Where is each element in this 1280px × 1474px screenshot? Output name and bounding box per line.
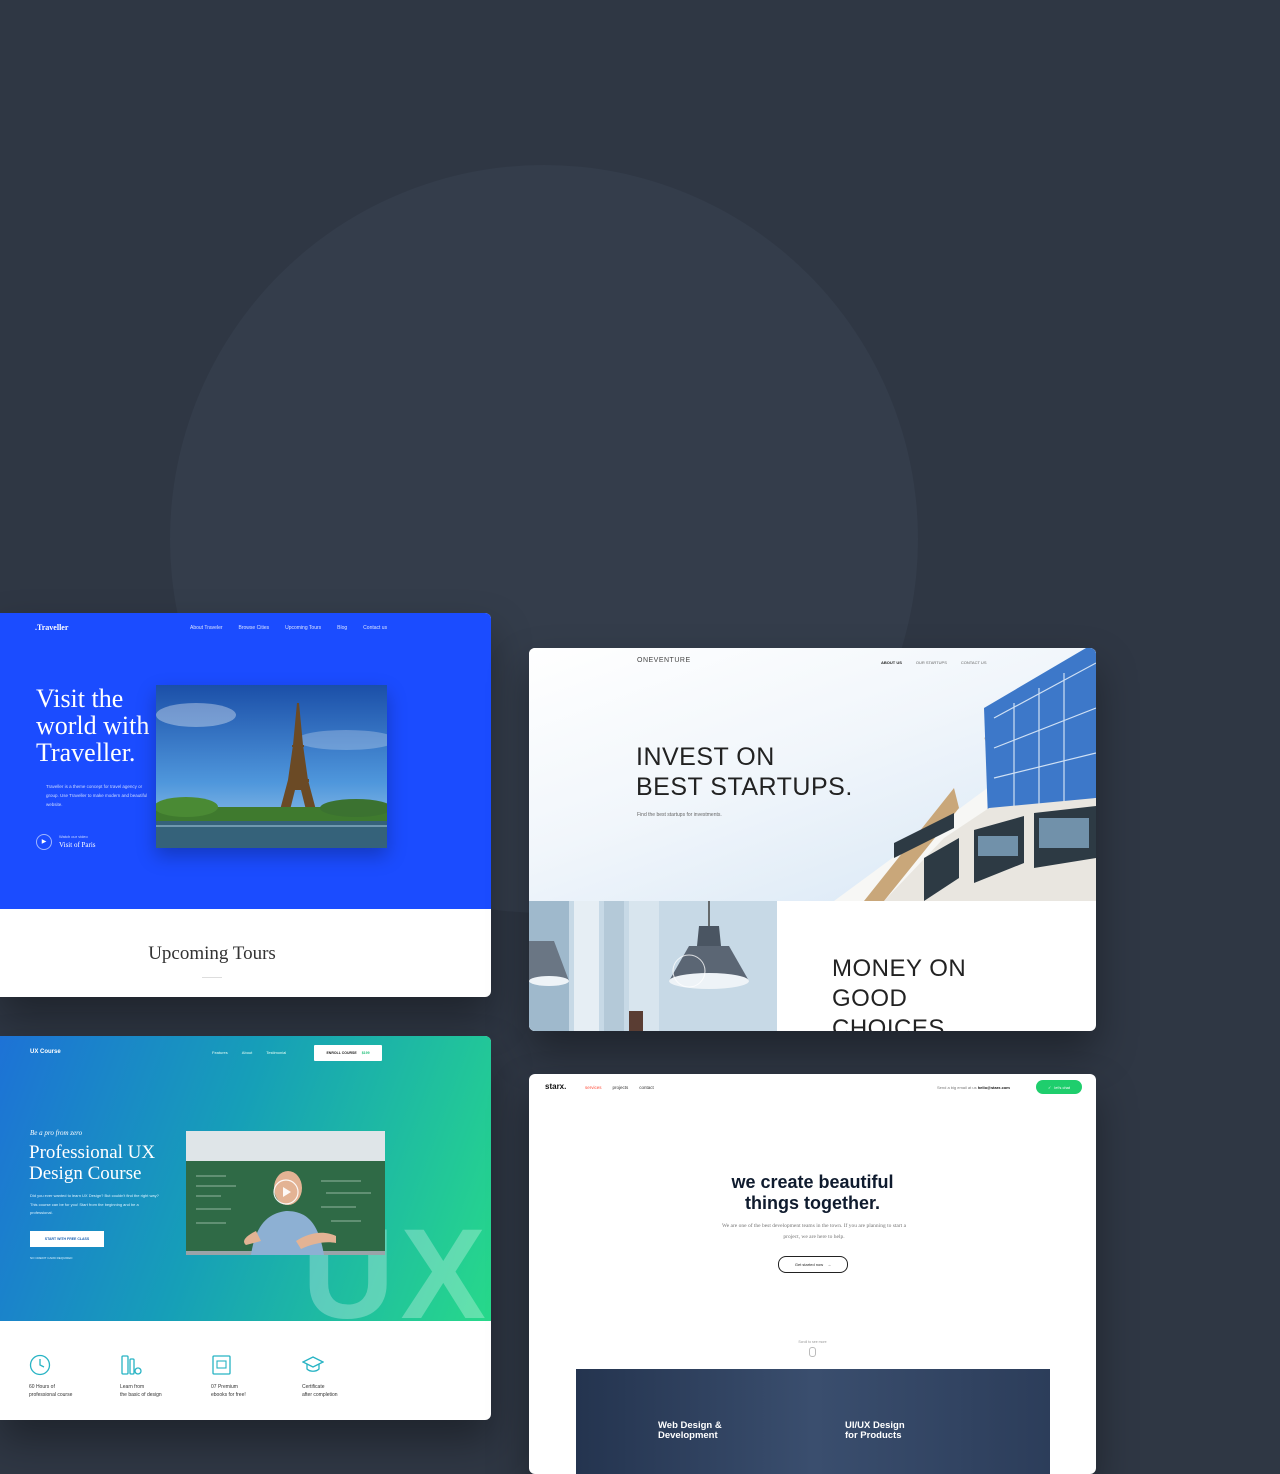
nav-item-contact[interactable]: contact <box>639 1085 654 1090</box>
ux-course-preview-card[interactable]: UX Course Features About Testimonial ENR… <box>0 1036 491 1420</box>
lets-chat-label: let's chat <box>1054 1084 1071 1090</box>
email-address[interactable]: hello@starx.com <box>978 1085 1010 1090</box>
oneventure-headline: INVEST ON BEST STARTUPS. <box>636 742 853 802</box>
oneventure-subtitle: Find the best startups for investments. <box>637 812 722 818</box>
service-line-2: Development <box>658 1430 718 1441</box>
enroll-price: $199 <box>361 1051 370 1055</box>
graduation-cap-icon <box>302 1356 324 1372</box>
clock-icon <box>29 1354 51 1376</box>
feature-line-1: Certificate <box>302 1384 325 1390</box>
oneventure-nav: ABOUT US OUR STARTUPS CONTACT US <box>881 660 987 665</box>
watch-video-label: Watch our video <box>59 834 88 839</box>
enroll-label: ENROLL COURSE <box>326 1051 357 1055</box>
starx-headline: we create beautiful things together. <box>529 1172 1096 1214</box>
start-free-class-button[interactable]: START WITH FREE CLASS <box>30 1231 104 1247</box>
get-started-label: Get started now <box>794 1262 824 1267</box>
upcoming-tours-heading: Upcoming Tours <box>148 943 276 964</box>
feature-ebooks: 07 Premium ebooks for free! <box>211 1354 291 1399</box>
starx-headline-line-2: things together. <box>745 1193 880 1213</box>
traveller-hero: .Traveller About Traveler Browse Cities … <box>0 613 491 909</box>
headline-line-1: INVEST ON <box>636 743 775 771</box>
ux-headline-line-2: Design Course <box>29 1163 142 1184</box>
office-lamp-photo <box>529 901 777 1031</box>
ux-headline-line-1: Professional UX <box>29 1142 156 1163</box>
nav-item-testimonial[interactable]: Testimonial <box>266 1050 286 1055</box>
oneventure-hero: ONEVENTURE ABOUT US OUR STARTUPS CONTACT… <box>529 648 1096 901</box>
nav-item-services[interactable]: services <box>585 1085 602 1090</box>
nav-item-features[interactable]: Features <box>212 1050 228 1055</box>
watch-video-title[interactable]: Visit of Paris <box>59 841 96 849</box>
traveller-logo[interactable]: .Traveller <box>35 623 68 632</box>
nav-item-blog[interactable]: Blog <box>337 625 347 631</box>
oneventure-preview-card[interactable]: ONEVENTURE ABOUT US OUR STARTUPS CONTACT… <box>529 648 1096 1031</box>
starx-description: We are one of the best development teams… <box>721 1223 907 1240</box>
oneventure-logo[interactable]: ONEVENTURE <box>637 657 691 664</box>
nav-item-browse-cities[interactable]: Browse Cities <box>239 625 270 631</box>
scroll-hint: Scroll to see more <box>798 1340 827 1344</box>
arrow-right-icon: → <box>827 1262 832 1267</box>
nav-item-about[interactable]: About <box>242 1050 252 1055</box>
traveller-headline: Visit the world with Traveller. <box>36 684 150 767</box>
service-uiux-design[interactable]: UI/UX Design for Products <box>845 1421 905 1441</box>
nav-item-contact-us[interactable]: CONTACT US <box>961 660 987 665</box>
ux-course-nav: Features About Testimonial <box>212 1050 286 1055</box>
starx-headline-line-1: we create beautiful <box>731 1172 894 1192</box>
feature-line-2: the basic of design <box>120 1392 162 1398</box>
nav-item-upcoming-tours[interactable]: Upcoming Tours <box>285 625 321 631</box>
nav-item-projects[interactable]: projects <box>613 1085 629 1090</box>
feature-hours: 60 Hours of professional course <box>29 1354 109 1399</box>
heading-divider <box>202 977 222 978</box>
feature-line-2: professional course <box>29 1392 73 1398</box>
starx-nav: services projects contact <box>585 1085 654 1090</box>
eiffel-tower-photo <box>156 685 387 848</box>
ux-course-hero: UX Course Features About Testimonial ENR… <box>0 1036 491 1339</box>
ux-course-logo[interactable]: UX Course <box>30 1049 61 1055</box>
starx-preview-card[interactable]: starx. services projects contact Send a … <box>529 1074 1096 1474</box>
nav-item-about-us[interactable]: ABOUT US <box>881 660 902 665</box>
feature-line-1: Learn from <box>120 1384 145 1390</box>
get-started-button[interactable]: Get started now → <box>778 1256 848 1273</box>
service-line-2: for Products <box>845 1430 902 1441</box>
second-line-3: CHOICES <box>832 1015 945 1031</box>
traveller-nav: About Traveler Browse Cities Upcoming To… <box>190 625 387 631</box>
email-label: Send a big email at us <box>937 1085 977 1090</box>
email-contact: Send a big email at us hello@starx.com <box>937 1085 1010 1090</box>
feature-line-2: after completion <box>302 1392 338 1398</box>
nav-item-contact-us[interactable]: Contact us <box>363 625 387 631</box>
ux-description: Did you ever wanted to learn UX Design? … <box>30 1193 159 1215</box>
headline-line-2: BEST STARTUPS. <box>636 773 853 801</box>
second-line-2: GOOD <box>832 985 908 1012</box>
feature-line-1: 07 Premium <box>211 1384 238 1390</box>
course-video-thumbnail[interactable] <box>186 1131 385 1255</box>
tools-icon <box>121 1355 142 1375</box>
services-band: Web Design & Development UI/UX Design fo… <box>576 1369 1050 1474</box>
lets-chat-button[interactable]: ✓ let's chat <box>1036 1080 1082 1094</box>
oneventure-second-headline: MONEY ON GOOD CHOICES <box>832 954 966 1031</box>
service-web-design[interactable]: Web Design & Development <box>658 1421 722 1441</box>
feature-basics: Learn from the basic of design <box>120 1354 200 1399</box>
no-credit-card-note: NO CREDIT CARD REQUIRED <box>30 1256 73 1260</box>
play-icon[interactable]: ▶ <box>36 834 52 850</box>
chat-icon: ✓ <box>1047 1084 1052 1090</box>
traveller-preview-card[interactable]: .Traveller About Traveler Browse Cities … <box>0 613 491 997</box>
mouse-scroll-icon <box>809 1347 816 1357</box>
feature-line-1: 60 Hours of <box>29 1384 55 1390</box>
starx-logo[interactable]: starx. <box>545 1082 566 1091</box>
enroll-course-button[interactable]: ENROLL COURSE $199 <box>314 1045 382 1061</box>
traveller-description: Traveller is a theme concept for travel … <box>46 784 148 807</box>
feature-line-2: ebooks for free! <box>211 1392 246 1398</box>
second-line-1: MONEY ON <box>832 955 967 982</box>
ux-headline: Professional UX Design Course <box>29 1142 155 1184</box>
nav-item-our-startups[interactable]: OUR STARTUPS <box>916 660 947 665</box>
nav-item-about-traveler[interactable]: About Traveler <box>190 625 223 631</box>
ux-kicker: Be a pro from zero <box>30 1129 83 1137</box>
ebook-icon <box>212 1355 231 1375</box>
feature-certificate: Certificate after completion <box>302 1354 382 1399</box>
